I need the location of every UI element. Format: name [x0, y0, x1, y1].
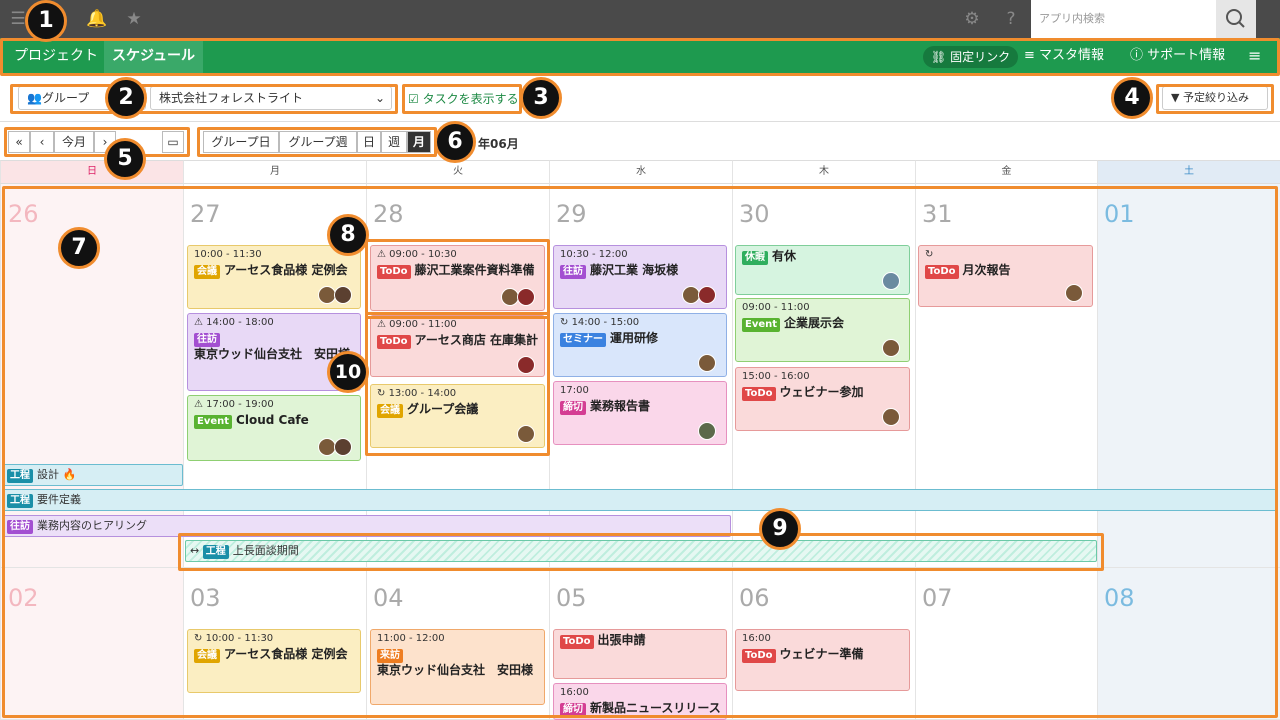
annotation-badge: 9 — [759, 508, 801, 550]
annotation-box — [402, 84, 522, 114]
annotation-badge: 1 — [25, 0, 67, 42]
annotation-box — [0, 38, 1280, 76]
weekday-fri: 金 — [915, 160, 1097, 184]
bell-icon[interactable]: 🔔 — [86, 9, 107, 29]
annotation-box — [197, 127, 437, 157]
search-icon — [1226, 9, 1245, 28]
annotation-box — [365, 239, 550, 319]
annotation-box — [178, 533, 1104, 571]
toolbar: « ‹ 今月 › ▭ グループ日 グループ週 日 週 月 年06月 — [0, 122, 1280, 160]
top-bar: ☰ 🔔 ★ ⚙ ? アプリ内検索 — [0, 0, 1280, 38]
annotation-box — [365, 312, 550, 456]
annotation-box — [10, 84, 398, 114]
annotation-badge: 7 — [58, 227, 100, 269]
annotation-badge: 5 — [104, 138, 146, 180]
annotation-badge: 4 — [1111, 77, 1153, 119]
star-icon[interactable]: ★ — [124, 9, 144, 29]
weekday-sat: 土 — [1097, 160, 1280, 184]
weekday-wed: 水 — [549, 160, 732, 184]
help-icon[interactable]: ? — [1001, 9, 1021, 29]
annotation-badge: 6 — [434, 121, 476, 163]
annotation-badge: 2 — [105, 77, 147, 119]
gear-icon[interactable]: ⚙ — [962, 9, 982, 29]
weekday-mon: 月 — [183, 160, 366, 184]
search-button[interactable] — [1216, 0, 1256, 38]
weekday-tue: 火 — [366, 160, 549, 184]
weekday-thu: 木 — [732, 160, 915, 184]
annotation-box — [4, 127, 190, 157]
search-input[interactable]: アプリ内検索 — [1031, 0, 1216, 38]
annotation-box — [2, 186, 1278, 718]
month-title: 年06月 — [478, 137, 519, 151]
weekday-sun: 日 — [0, 160, 183, 184]
annotation-badge: 3 — [520, 77, 562, 119]
annotation-badge: 8 — [327, 214, 369, 256]
annotation-box — [1156, 84, 1274, 114]
annotation-badge: 10 — [327, 351, 369, 393]
